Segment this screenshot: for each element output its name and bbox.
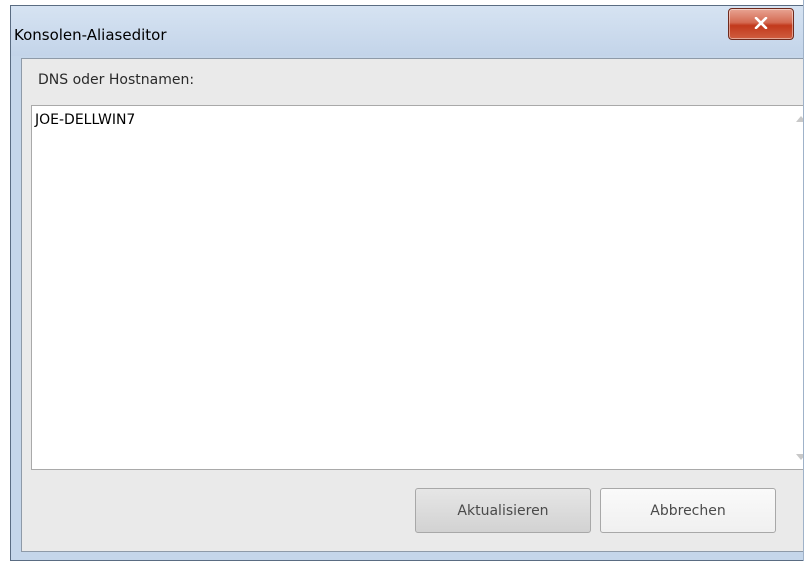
close-icon (754, 17, 768, 29)
window-title: Konsolen-Aliaseditor (14, 26, 167, 44)
dialog-client-area: DNS oder Hostnamen: JOE-DELLWIN7 Aktuali… (21, 58, 804, 552)
hostnames-label: DNS oder Hostnamen: (38, 72, 195, 88)
update-button[interactable]: Aktualisieren (415, 488, 591, 533)
dialog-window: Konsolen-Aliaseditor DNS oder Hostnamen:… (10, 5, 804, 561)
cancel-button[interactable]: Abbrechen (600, 488, 776, 533)
hostnames-value[interactable]: JOE-DELLWIN7 (35, 112, 135, 128)
hostnames-textarea[interactable]: JOE-DELLWIN7 (31, 105, 804, 470)
close-button[interactable] (728, 8, 794, 40)
title-bar[interactable]: Konsolen-Aliaseditor (11, 6, 804, 56)
